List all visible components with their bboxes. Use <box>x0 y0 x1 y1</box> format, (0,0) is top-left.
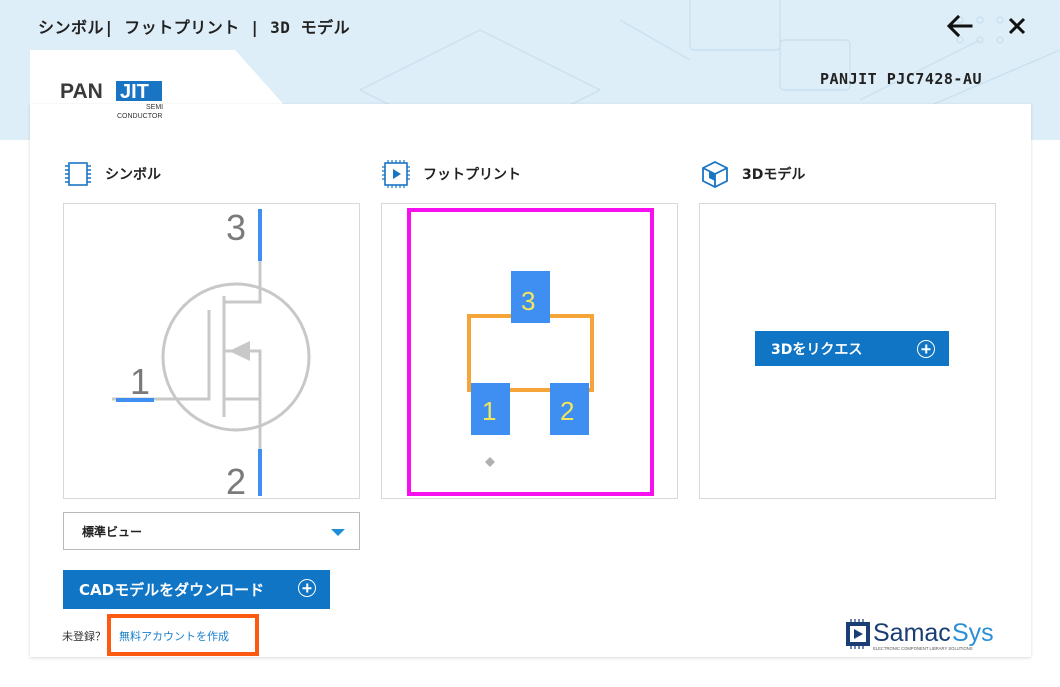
pad-2-label: 2 <box>560 396 574 426</box>
section-3d-model-label: 3Dモデル <box>742 167 806 183</box>
courtyard-outline <box>407 208 654 496</box>
part-name: PANJIT PJC7428-AU <box>820 70 983 88</box>
create-account-link[interactable]: 無料アカウントを作成 <box>119 628 229 644</box>
arrow-left-icon <box>946 14 973 38</box>
pad-3-label: 3 <box>521 286 535 316</box>
plus-circle-icon <box>298 579 316 597</box>
request-3d-button[interactable]: 3Dをリクエス <box>755 331 949 366</box>
cube-icon <box>702 160 728 189</box>
section-footprint: フットプリント <box>381 159 521 189</box>
footprint-preview-panel: 3 1 2 <box>381 203 678 499</box>
view-select[interactable]: 標準ビュー <box>63 512 360 550</box>
samacsys-tagline: ELECTRONIC COMPONENT LIBRARY SOLUTIONS <box>873 646 973 651</box>
origin-marker <box>485 457 495 467</box>
section-3d-model: 3Dモデル <box>700 159 805 189</box>
page-title: シンボル| フットプリント | 3D モデル <box>38 18 351 37</box>
samacsys-logo: Samac Sys ELECTRONIC COMPONENT LIBRARY S… <box>845 618 997 652</box>
view-select-value: 標準ビュー <box>82 524 143 539</box>
download-cad-label: CADモデルをダウンロード <box>79 581 265 599</box>
close-button[interactable] <box>1000 10 1034 42</box>
back-button[interactable] <box>943 10 977 42</box>
pin-3-label: 3 <box>226 207 246 248</box>
samacsys-name-2: Sys <box>952 619 994 647</box>
pad-1-label: 1 <box>482 396 496 426</box>
logo-brand-pan: PAN <box>60 80 103 103</box>
logo-brand-jit: JIT <box>120 81 149 103</box>
request-3d-label: 3Dをリクエス <box>771 341 863 358</box>
footprint-chip-icon <box>382 160 410 188</box>
samacsys-name-1: Samac <box>873 619 951 647</box>
component-outline <box>467 314 594 392</box>
chevron-down-icon <box>331 529 345 536</box>
plus-circle-icon <box>917 340 935 358</box>
section-symbol: シンボル <box>63 159 161 189</box>
close-icon <box>1008 17 1026 35</box>
panjit-logo: PAN JIT SEMI CONDUCTOR <box>60 78 170 122</box>
logo-tagline-2: CONDUCTOR <box>117 113 162 120</box>
footprint-drawing: 3 1 2 <box>407 208 654 496</box>
logo-tagline-1: SEMI <box>146 104 163 111</box>
section-symbol-label: シンボル <box>105 167 161 183</box>
pin-1-label: 1 <box>130 361 150 402</box>
signup-prompt: 未登録？ <box>62 630 106 643</box>
mosfet-symbol: 3 1 2 <box>112 207 311 502</box>
symbol-chip-icon <box>65 162 91 186</box>
pin-2-label: 2 <box>226 461 246 500</box>
section-footprint-label: フットプリント <box>423 167 521 183</box>
symbol-preview-panel: 3 1 2 <box>63 203 360 502</box>
download-cad-button[interactable]: CADモデルをダウンロード <box>63 570 330 609</box>
